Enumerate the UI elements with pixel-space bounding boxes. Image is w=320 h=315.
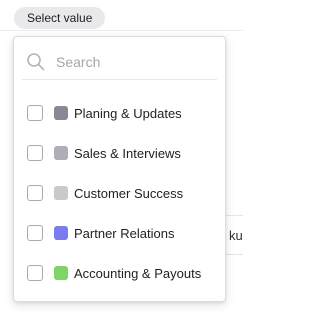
option-item[interactable]: Planing & Updates (14, 93, 225, 133)
search-input[interactable] (56, 54, 196, 70)
option-checkbox[interactable] (27, 265, 43, 281)
option-label: Customer Success (74, 185, 184, 201)
search-row (22, 45, 217, 80)
color-swatch (54, 266, 68, 280)
option-checkbox[interactable] (27, 185, 43, 201)
option-label: Accounting & Payouts (74, 265, 202, 281)
select-dropdown-popover: Planing & Updates Sales & Interviews Cus… (13, 36, 226, 302)
option-label: Partner Relations (74, 225, 175, 241)
color-swatch (54, 146, 68, 160)
option-checkbox[interactable] (27, 105, 43, 121)
option-item[interactable]: Partner Relations (14, 213, 225, 253)
option-item[interactable]: Sales & Interviews (14, 133, 225, 173)
background-text-fragment: ku (229, 228, 243, 243)
option-list: Planing & Updates Sales & Interviews Cus… (14, 93, 225, 293)
option-item[interactable]: Customer Success (14, 173, 225, 213)
option-item[interactable]: Accounting & Payouts (14, 253, 225, 293)
option-label: Planing & Updates (74, 105, 182, 121)
select-value-button[interactable]: Select value (14, 7, 106, 29)
option-checkbox[interactable] (27, 225, 43, 241)
color-swatch (54, 186, 68, 200)
search-icon (26, 52, 46, 72)
background-divider (0, 30, 243, 31)
color-swatch (54, 106, 68, 120)
option-label: Sales & Interviews (74, 145, 181, 161)
color-swatch (54, 226, 68, 240)
option-checkbox[interactable] (27, 145, 43, 161)
